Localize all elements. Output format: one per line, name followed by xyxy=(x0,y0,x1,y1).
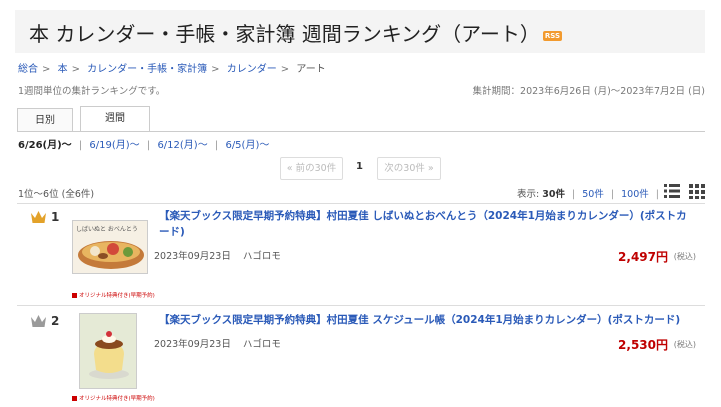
tab-divider xyxy=(17,131,705,132)
book-cover-image[interactable] xyxy=(79,313,137,389)
breadcrumb-link-all[interactable]: 総合 xyxy=(18,64,38,75)
display-separator: | xyxy=(610,189,615,200)
item-price: 2,497円 xyxy=(618,250,668,264)
next-page-button[interactable]: 次の30件 » xyxy=(377,157,441,180)
item-meta: 2023年09月23日 ハゴロモ xyxy=(154,336,281,350)
crown-silver-icon xyxy=(31,315,46,327)
ranking-item: 1 しばいぬと おべんとう オリジナル特典付き(早期予約) 【楽天ブックス限定早… xyxy=(17,204,705,304)
breadcrumb-link-books[interactable]: 本 xyxy=(58,64,68,75)
breadcrumb-link-calendar[interactable]: カレンダー xyxy=(227,64,277,75)
list-view-icon[interactable] xyxy=(664,183,680,199)
week-current: 6/26(月)～ xyxy=(18,140,72,151)
week-selector: 6/26(月)～ | 6/19(月)～ | 6/12(月)～ | 6/5(月)～ xyxy=(18,136,269,151)
release-date: 2023年09月23日 xyxy=(154,251,231,262)
bonus-tag: オリジナル特典付き(早期予約) xyxy=(72,291,155,299)
page-header: 本 カレンダー・手帳・家計簿 週間ランキング（アート） RSS xyxy=(15,10,705,53)
tab-weekly[interactable]: 週間 xyxy=(80,106,150,132)
tax-label: (税込) xyxy=(673,340,696,349)
item-title-link[interactable]: 【楽天ブックス限定早期予約特典】村田夏佳 しばいぬとおべんとう（2024年1月始… xyxy=(159,208,689,240)
ranking-item: 2 オリジナル特典付き(早期予約) 【楽天ブックス限定早期予約特典】村田夏佳 ス… xyxy=(17,306,705,406)
bonus-tag: オリジナル特典付き(早期予約) xyxy=(72,394,155,402)
ranking-description: 1週間単位の集計ランキングです。 xyxy=(18,86,166,97)
week-link[interactable]: 6/12(月)～ xyxy=(157,140,207,151)
publisher: ハゴロモ xyxy=(242,251,281,262)
display-separator: | xyxy=(655,189,659,200)
breadcrumb-current: アート xyxy=(296,64,326,75)
week-separator: | xyxy=(146,140,151,151)
display-option-selected: 30件 xyxy=(542,189,565,200)
item-price: 2,530円 xyxy=(618,338,668,352)
rss-badge[interactable]: RSS xyxy=(542,30,563,41)
result-count: 1位～6位 (全6件) xyxy=(18,189,95,200)
rank-number: 1 xyxy=(51,210,60,224)
item-title-link[interactable]: 【楽天ブックス限定早期予約特典】村田夏佳 スケジュール帳（2024年1月始まりカ… xyxy=(159,312,689,328)
breadcrumb-separator: > xyxy=(71,64,80,75)
week-separator: | xyxy=(78,140,83,151)
prev-page-button[interactable]: « 前の30件 xyxy=(280,157,343,180)
display-separator: | xyxy=(572,189,576,200)
tax-label: (税込) xyxy=(673,252,696,261)
week-link[interactable]: 6/5(月)～ xyxy=(225,140,269,151)
breadcrumb-separator: > xyxy=(280,64,290,75)
rank-number: 2 xyxy=(51,314,60,328)
breadcrumb-separator: > xyxy=(211,64,220,75)
publisher: ハゴロモ xyxy=(242,339,281,350)
display-option-100[interactable]: 100件 xyxy=(621,189,649,200)
breadcrumb-link-calendar-planner[interactable]: カレンダー・手帳・家計簿 xyxy=(87,64,207,75)
book-cover-image[interactable]: しばいぬと おべんとう xyxy=(72,220,148,274)
item-meta: 2023年09月23日 ハゴロモ xyxy=(154,248,281,262)
aggregation-period: 集計期間：2023年6月26日 (月)～2023年7月2日 (日) xyxy=(472,86,705,97)
crown-gold-icon xyxy=(31,211,46,223)
display-label: 表示: xyxy=(517,189,540,200)
week-link[interactable]: 6/19(月)～ xyxy=(89,140,139,151)
page-title: 本 カレンダー・手帳・家計簿 週間ランキング（アート） RSS xyxy=(29,18,563,47)
display-count-selector: 表示: 30件 | 50件 | 100件 | xyxy=(517,186,663,200)
page-title-text: 本 カレンダー・手帳・家計簿 週間ランキング（アート） xyxy=(29,22,540,46)
current-page-number: 1 xyxy=(356,161,363,172)
grid-view-icon[interactable] xyxy=(689,183,705,199)
display-option-50[interactable]: 50件 xyxy=(582,189,604,200)
cover-illustration xyxy=(78,241,144,269)
tab-daily[interactable]: 日別 xyxy=(17,108,73,132)
breadcrumb-separator: > xyxy=(42,64,51,75)
release-date: 2023年09月23日 xyxy=(154,339,231,350)
breadcrumb: 総合 > 本 > カレンダー・手帳・家計簿 > カレンダー > アート xyxy=(18,60,326,75)
week-separator: | xyxy=(214,140,219,151)
cover-illustration xyxy=(80,314,136,388)
